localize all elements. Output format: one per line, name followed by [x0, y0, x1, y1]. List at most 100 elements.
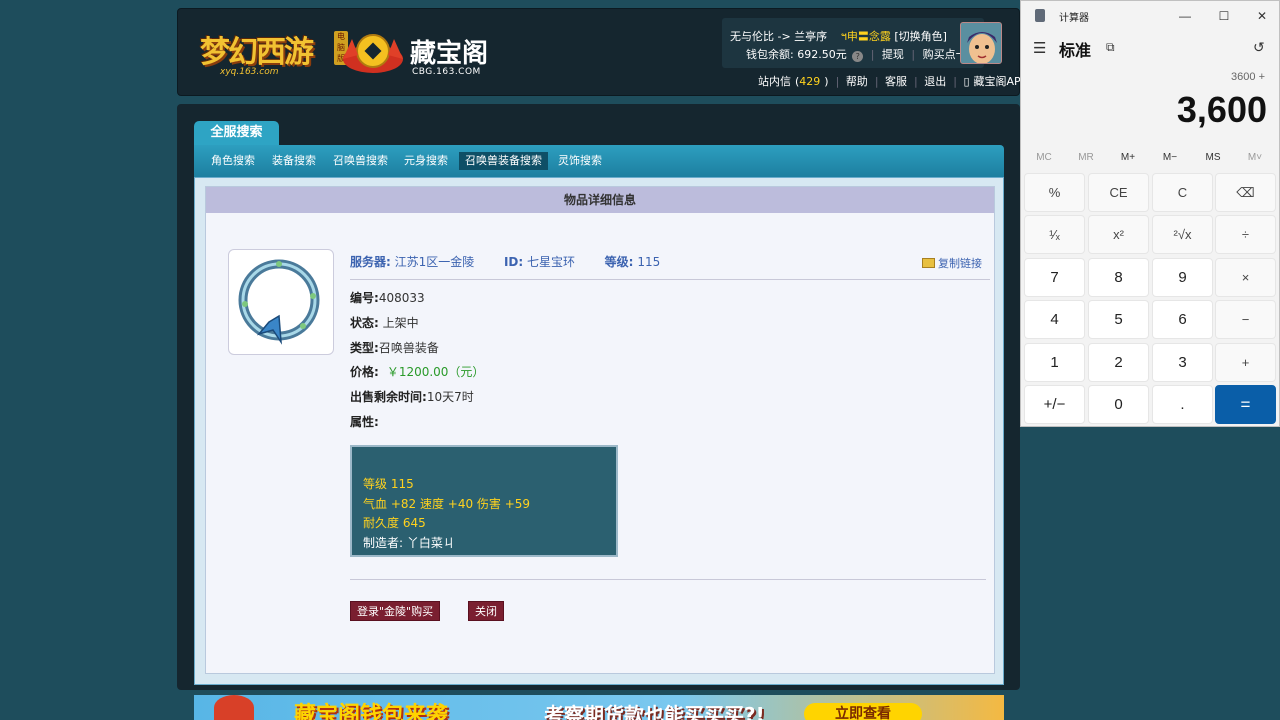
- content-area: 物品详细信息 服务器: 江苏1区一金陵 ID: 七星宝环 等级: 115 复制链: [194, 177, 1004, 685]
- percent-button[interactable]: %: [1024, 173, 1085, 212]
- attr-line: 气血 +82 速度 +40 伤害 +59: [363, 496, 531, 511]
- calculator-expression: 3600 +: [1231, 71, 1265, 83]
- site-header: 梦幻西游 xyq.163.com 电脑版 藏宝阁 CBG.163.COM 无与伦…: [177, 8, 1027, 96]
- subnav-pet-equip-search[interactable]: 召唤兽装备搜索: [459, 152, 548, 170]
- item-detail-panel: 物品详细信息 服务器: 江苏1区一金陵 ID: 七星宝环 等级: 115 复制链: [205, 186, 995, 674]
- inbox-link[interactable]: 站内信 (429): [758, 75, 829, 88]
- server-label: 服务器:: [350, 255, 391, 269]
- help-link[interactable]: 帮助: [846, 75, 868, 88]
- type-value: 召唤兽装备: [378, 341, 439, 355]
- sub-nav: 角色搜索 装备搜索 召唤兽搜索 元身搜索 召唤兽装备搜索 灵饰搜索: [194, 145, 1004, 177]
- memory-clear-button[interactable]: MC: [1029, 152, 1059, 163]
- service-link[interactable]: 客服: [885, 75, 907, 88]
- promo-banner[interactable]: 藏宝阁钱包来袭 考察期货款也能买买买?! 立即查看: [194, 695, 1004, 720]
- sqrt-button[interactable]: ²√x: [1152, 215, 1213, 254]
- divider: [350, 279, 990, 280]
- cbg-logo[interactable]: 藏宝阁 CBG.163.COM: [338, 23, 498, 83]
- inbox-label: 站内信: [758, 75, 791, 88]
- keep-on-top-icon[interactable]: ⧉: [1106, 40, 1115, 55]
- memory-list-button[interactable]: M˅: [1240, 152, 1270, 163]
- wallet-label: 钱包余额:: [746, 48, 798, 61]
- subnav-avatar-search[interactable]: 元身搜索: [398, 152, 454, 170]
- divider: [350, 579, 986, 580]
- login-buy-button[interactable]: 登录"金陵"购买: [350, 601, 441, 621]
- tab-all-server-search[interactable]: 全服搜索: [194, 121, 279, 145]
- digit-4-button[interactable]: 4: [1024, 300, 1085, 339]
- price-row: 价格: ￥1200.00（元）: [350, 363, 484, 380]
- memory-subtract-button[interactable]: M−: [1155, 152, 1185, 163]
- wallet-amount: 692.50元: [797, 48, 847, 61]
- multiply-button[interactable]: ×: [1215, 258, 1276, 297]
- price-value: ￥1200.00（元）: [386, 365, 485, 379]
- memory-store-button[interactable]: MS: [1198, 152, 1228, 163]
- game-logo[interactable]: 梦幻西游 xyq.163.com 电脑版: [196, 23, 348, 81]
- subnav-role-search[interactable]: 角色搜索: [205, 152, 261, 170]
- banner-subline: 考察期货款也能买买买?!: [544, 703, 765, 720]
- digit-3-button[interactable]: 3: [1152, 343, 1213, 382]
- subnav-equip-search[interactable]: 装备搜索: [266, 152, 322, 170]
- close-button[interactable]: 关闭: [468, 601, 504, 621]
- clear-entry-button[interactable]: CE: [1088, 173, 1149, 212]
- status-row: 状态: 上架中: [350, 314, 419, 331]
- maximize-icon[interactable]: ☐: [1214, 7, 1234, 25]
- digit-5-button[interactable]: 5: [1088, 300, 1149, 339]
- digit-7-button[interactable]: 7: [1024, 258, 1085, 297]
- status-label: 状态:: [350, 316, 379, 330]
- digit-0-button[interactable]: 0: [1088, 385, 1149, 424]
- backspace-button[interactable]: ⌫: [1215, 173, 1276, 212]
- attr-line: 耐久度 645: [363, 516, 426, 530]
- avatar[interactable]: [960, 22, 1002, 64]
- add-button[interactable]: +: [1215, 343, 1276, 382]
- memory-add-button[interactable]: M+: [1113, 152, 1143, 163]
- digit-1-button[interactable]: 1: [1024, 343, 1085, 382]
- digit-2-button[interactable]: 2: [1088, 343, 1149, 382]
- calculator-window: 计算器 — ☐ ✕ ☰ 标准 ⧉ ↺ 3600 + 3,600 MC MR M+…: [1020, 0, 1280, 427]
- item-thumbnail: [228, 249, 334, 355]
- close-icon[interactable]: ✕: [1252, 7, 1272, 25]
- decimal-button[interactable]: .: [1152, 385, 1213, 424]
- status-value: 上架中: [382, 316, 419, 330]
- item-summary: 服务器: 江苏1区一金陵 ID: 七星宝环 等级: 115: [350, 253, 660, 270]
- calculator-titlebar[interactable]: 计算器 — ☐ ✕: [1021, 1, 1280, 31]
- maker-line: 制造者: 丫白菜ㄐ: [363, 535, 455, 550]
- negate-button[interactable]: +/−: [1024, 385, 1085, 424]
- logout-link[interactable]: 退出: [924, 75, 946, 88]
- cbg-logo-text: 藏宝阁: [410, 39, 489, 69]
- mascot-icon: [214, 695, 254, 720]
- id-label: ID:: [503, 255, 524, 269]
- digit-8-button[interactable]: 8: [1088, 258, 1149, 297]
- memory-recall-button[interactable]: MR: [1071, 152, 1101, 163]
- subtract-button[interactable]: −: [1215, 300, 1276, 339]
- minimize-icon[interactable]: —: [1175, 7, 1195, 25]
- switch-role-link[interactable]: [切换角色]: [894, 30, 947, 43]
- panel-title: 物品详细信息: [206, 187, 994, 213]
- calculator-title: 计算器: [1059, 13, 1089, 24]
- level-label: 等级:: [604, 255, 634, 269]
- subnav-pet-search[interactable]: 召唤兽搜索: [327, 152, 394, 170]
- copy-link-button[interactable]: 复制链接: [922, 255, 982, 271]
- banner-headline: 藏宝阁钱包来袭: [294, 703, 449, 720]
- inbox-count: 429: [799, 75, 821, 88]
- reciprocal-button[interactable]: ¹⁄ₓ: [1024, 215, 1085, 254]
- time-value: 10天7时: [426, 390, 474, 404]
- divide-button[interactable]: ÷: [1215, 215, 1276, 254]
- phone-icon: ▯: [963, 75, 970, 88]
- banner-cta-button[interactable]: 立即查看: [804, 703, 922, 720]
- history-icon[interactable]: ↺: [1253, 39, 1265, 56]
- serial-label: 编号:: [350, 291, 379, 305]
- withdraw-link[interactable]: 提现: [882, 48, 904, 61]
- help-circle-icon[interactable]: ?: [852, 51, 864, 62]
- digit-9-button[interactable]: 9: [1152, 258, 1213, 297]
- price-label: 价格:: [350, 365, 379, 379]
- serial-row: 编号:408033: [350, 289, 425, 306]
- equals-button[interactable]: =: [1215, 385, 1276, 424]
- clear-button[interactable]: C: [1152, 173, 1213, 212]
- digit-6-button[interactable]: 6: [1152, 300, 1213, 339]
- server-path: 无与伦比 -> 兰亭序: [730, 30, 828, 43]
- hamburger-menu-icon[interactable]: ☰: [1033, 39, 1046, 57]
- id-value: 七星宝环: [527, 255, 576, 269]
- square-button[interactable]: x²: [1088, 215, 1149, 254]
- subnav-ornament-search[interactable]: 灵饰搜索: [552, 152, 608, 170]
- user-info-box: 无与伦比 -> 兰亭序 ฯ申〓念露 [切换角色] 钱包余额: 692.50元 ?…: [722, 18, 984, 68]
- time-row: 出售剩余时间:10天7时: [350, 388, 474, 405]
